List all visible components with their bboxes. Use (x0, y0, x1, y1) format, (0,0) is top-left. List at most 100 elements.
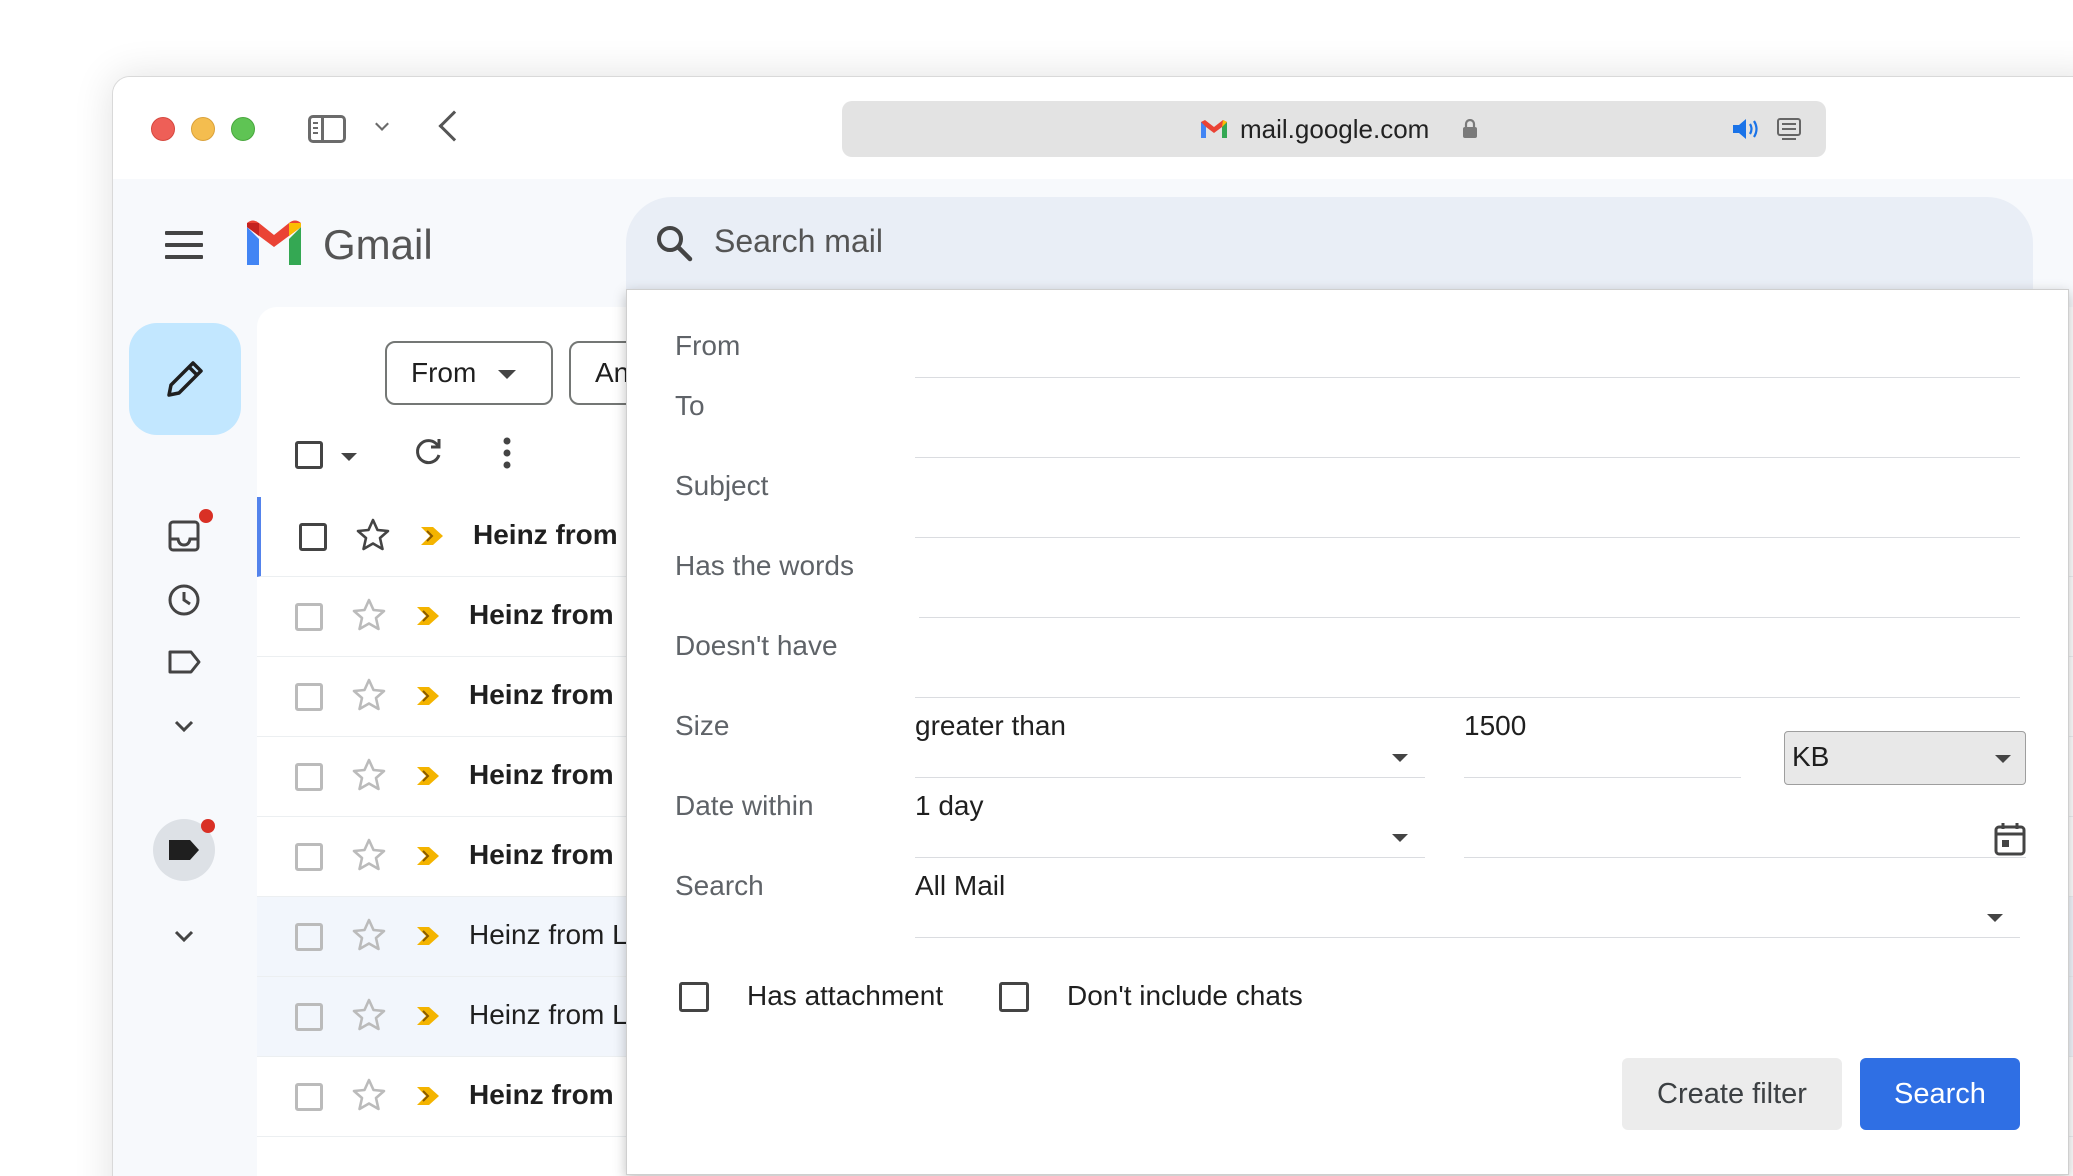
doesnt-have-field[interactable] (915, 697, 2020, 698)
browser-toolbar: mail.google.com (113, 77, 2073, 179)
caret-down-icon (1392, 834, 1408, 842)
reader-icon[interactable] (1776, 117, 1802, 143)
address-bar[interactable]: mail.google.com (842, 101, 1826, 157)
subject-label: Subject (675, 470, 769, 501)
important-icon[interactable] (415, 1005, 443, 1027)
green-zoom-icon[interactable] (231, 117, 255, 141)
star-icon[interactable] (351, 837, 387, 873)
important-icon[interactable] (415, 765, 443, 787)
row-sender: Heinz from (469, 839, 614, 870)
red-close-icon[interactable] (151, 117, 175, 141)
search-button[interactable]: Search (1860, 1058, 2020, 1130)
important-icon[interactable] (415, 685, 443, 707)
doesnt-have-label: Doesn't have (675, 630, 838, 661)
has-attachment-label[interactable]: Has attachment (747, 980, 943, 1012)
row-sender: Heinz from L (469, 999, 628, 1030)
inbox-icon[interactable] (167, 519, 201, 553)
search-scope-value: All Mail (915, 870, 1006, 901)
has-attachment-checkbox[interactable] (679, 982, 709, 1012)
star-icon[interactable] (351, 1077, 387, 1113)
back-arrow-icon[interactable] (438, 110, 470, 142)
star-icon[interactable] (351, 917, 387, 953)
from-chip-label: From (411, 357, 477, 388)
to-field[interactable] (915, 457, 2020, 458)
row-checkbox[interactable] (295, 763, 323, 791)
star-icon[interactable] (351, 757, 387, 793)
gmail-title: Gmail (323, 221, 433, 268)
size-operator-underline (915, 777, 1425, 778)
chevron-down-icon[interactable] (167, 919, 201, 953)
row-checkbox[interactable] (295, 1003, 323, 1031)
size-operator-value: greater than (915, 710, 1066, 741)
yellow-minimize-icon[interactable] (191, 117, 215, 141)
label-icon[interactable] (167, 645, 201, 679)
select-caret-icon[interactable] (341, 453, 357, 461)
star-icon[interactable] (355, 517, 391, 553)
row-checkbox[interactable] (295, 603, 323, 631)
size-unit-select[interactable]: KB (1784, 731, 2026, 785)
compose-button[interactable] (129, 323, 241, 435)
subject-field[interactable] (915, 537, 2020, 538)
search-input[interactable]: Search mail (714, 223, 883, 260)
search-scope-underline (915, 937, 2020, 938)
size-label: Size (675, 710, 730, 741)
search-scope-label: Search (675, 870, 764, 901)
chevron-down-icon[interactable] (375, 117, 389, 131)
has-words-field[interactable] (919, 617, 2020, 618)
size-unit-value: KB (1792, 741, 1830, 772)
important-icon[interactable] (415, 1085, 443, 1107)
dont-include-chats-label[interactable]: Don't include chats (1067, 980, 1303, 1012)
browser-window: mail.google.com Gmail Search mail From A… (112, 76, 2073, 1176)
sidebar-toggle-icon[interactable] (308, 115, 346, 143)
important-icon[interactable] (415, 845, 443, 867)
from-field[interactable] (915, 377, 2020, 378)
clock-icon[interactable] (167, 583, 201, 617)
caret-down-icon (498, 370, 517, 380)
hamburger-menu-icon[interactable] (165, 231, 203, 261)
row-checkbox[interactable] (299, 523, 327, 551)
row-sender: Heinz from (469, 759, 614, 790)
row-sender: Heinz from (469, 1079, 614, 1110)
label-filled-icon (169, 840, 199, 860)
more-vert-icon[interactable] (501, 435, 513, 471)
size-value: 1500 (1464, 710, 1527, 741)
calendar-icon[interactable] (1993, 821, 2027, 857)
caret-down-icon (1987, 914, 2003, 922)
refresh-icon[interactable] (411, 435, 445, 469)
from-label: From (675, 330, 741, 361)
important-icon[interactable] (415, 925, 443, 947)
chevron-down-icon[interactable] (167, 709, 201, 743)
inbox-notification-dot (199, 509, 213, 523)
size-value-underline (1464, 777, 1741, 778)
important-icon[interactable] (415, 605, 443, 627)
lock-icon (1463, 119, 1477, 138)
has-words-label: Has the words (675, 550, 854, 581)
caret-down-icon (1392, 754, 1408, 762)
to-label: To (675, 390, 705, 421)
gmail-app: Gmail Search mail From Any Heinz from He… (113, 179, 2073, 1176)
row-checkbox[interactable] (295, 843, 323, 871)
search-bar[interactable]: Search mail (626, 197, 2033, 289)
row-sender: Heinz from (469, 679, 614, 710)
from-filter-chip[interactable]: From (385, 341, 553, 405)
row-sender: Heinz from (469, 599, 614, 630)
date-input-underline (1464, 857, 2026, 858)
gmail-logo (247, 220, 301, 265)
select-all-checkbox[interactable] (295, 441, 323, 469)
dont-include-chats-checkbox[interactable] (999, 982, 1029, 1012)
row-sender: Heinz from L (469, 919, 628, 950)
star-icon[interactable] (351, 677, 387, 713)
gmail-favicon-icon (1201, 120, 1227, 138)
search-icon[interactable] (654, 223, 694, 263)
speaker-icon[interactable] (1731, 117, 1761, 141)
date-within-label: Date within (675, 790, 814, 821)
star-icon[interactable] (351, 597, 387, 633)
labels-notification-dot (201, 819, 215, 833)
row-checkbox[interactable] (295, 683, 323, 711)
row-checkbox[interactable] (295, 1083, 323, 1111)
pencil-icon (167, 361, 203, 397)
row-checkbox[interactable] (295, 923, 323, 951)
important-icon[interactable] (419, 525, 447, 547)
create-filter-button[interactable]: Create filter (1622, 1058, 1842, 1130)
star-icon[interactable] (351, 997, 387, 1033)
